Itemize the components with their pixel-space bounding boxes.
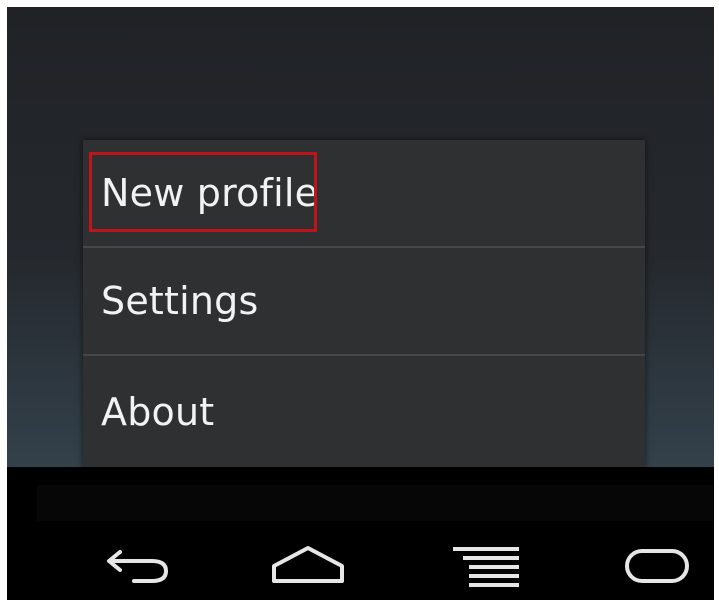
menu-item-new-profile[interactable]: New profile <box>83 140 645 248</box>
menu-lines-icon <box>453 547 519 587</box>
phone-screen: New profile Settings About <box>7 7 714 600</box>
back-arrow-icon <box>107 550 169 583</box>
back-button[interactable] <box>96 539 176 589</box>
menu-item-label: Settings <box>101 279 259 323</box>
options-menu: New profile Settings About <box>83 140 645 467</box>
menu-button[interactable] <box>447 539 527 589</box>
recent-apps-button[interactable] <box>619 539 699 589</box>
home-icon <box>272 546 344 583</box>
menu-item-label: About <box>101 389 215 434</box>
bottom-strip <box>37 485 714 521</box>
recent-apps-icon <box>625 549 689 583</box>
home-button[interactable] <box>268 539 348 589</box>
menu-item-label: New profile <box>101 171 319 215</box>
navigation-bar <box>7 521 714 600</box>
menu-item-about[interactable]: About <box>83 356 645 467</box>
menu-item-settings[interactable]: Settings <box>83 248 645 356</box>
